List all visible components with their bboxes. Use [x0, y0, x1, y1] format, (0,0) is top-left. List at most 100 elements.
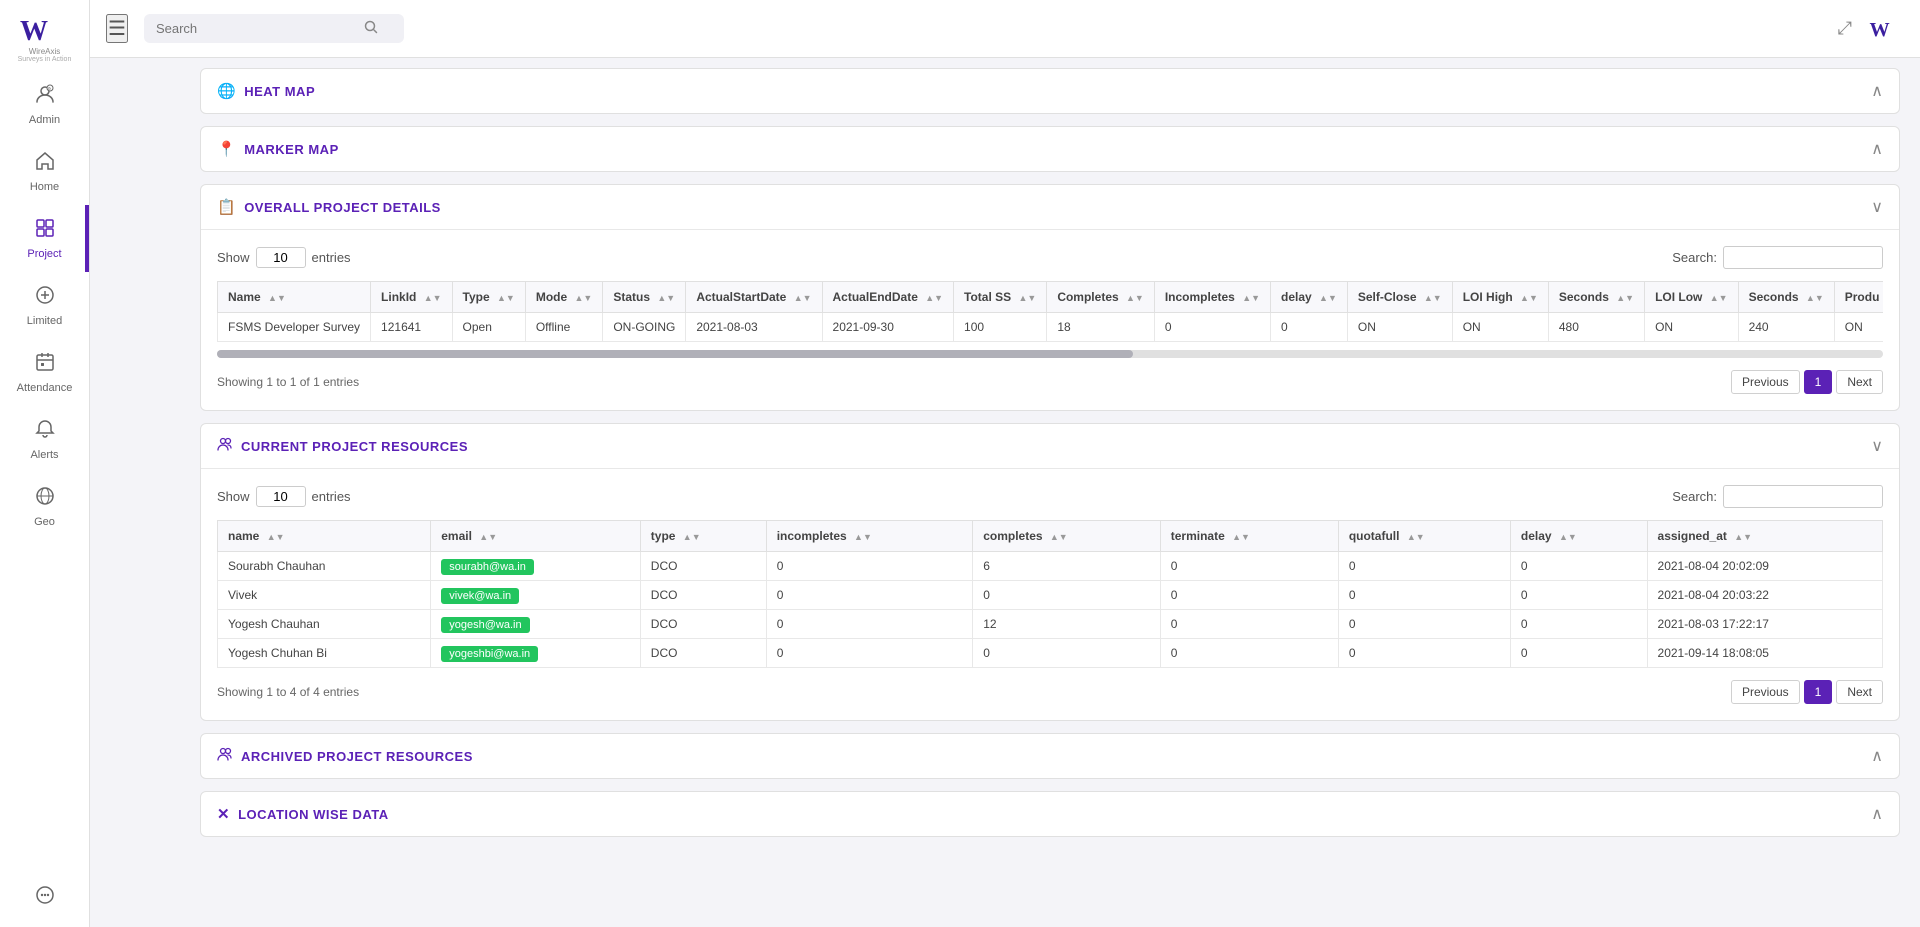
topbar-logo: W [1868, 14, 1904, 44]
overall-project-table-header-row: Name ▲▼ LinkId ▲▼ Type ▲▼ Mode ▲▼ Status… [218, 282, 1884, 313]
heat-map-icon: 🌐 [217, 82, 236, 100]
col-linkid[interactable]: LinkId ▲▼ [371, 282, 453, 313]
heat-map-header[interactable]: 🌐 Heat Map ∧ [201, 69, 1899, 113]
res-col-completes[interactable]: completes ▲▼ [973, 521, 1161, 552]
overall-next-button[interactable]: Next [1836, 370, 1883, 394]
col-completes[interactable]: Completes ▲▼ [1047, 282, 1155, 313]
overall-showing-text: Showing 1 to 1 of 1 entries [217, 375, 359, 389]
current-resources-table: name ▲▼ email ▲▼ type ▲▼ incompletes ▲▼ … [217, 520, 1883, 668]
admin-icon: ⚙ [34, 83, 56, 111]
heat-map-title: 🌐 Heat Map [217, 82, 315, 100]
res-col-quotafull[interactable]: quotafull ▲▼ [1338, 521, 1510, 552]
current-page-1-button[interactable]: 1 [1804, 680, 1833, 704]
more-icon [34, 884, 56, 912]
col-incompletes[interactable]: Incompletes ▲▼ [1154, 282, 1270, 313]
sidebar-item-admin[interactable]: ⚙ Admin [0, 71, 89, 138]
sidebar-item-geo-label: Geo [34, 516, 55, 528]
overall-project-title: 📋 OVERALL PROJECT DETAILS [217, 198, 441, 216]
res-col-type[interactable]: type ▲▼ [640, 521, 766, 552]
archived-resources-header[interactable]: ARCHIVED PROJECT RESOURCES ∧ [201, 734, 1899, 778]
entries-input-overall[interactable] [256, 247, 306, 268]
overall-project-header[interactable]: 📋 OVERALL PROJECT DETAILS ∨ [201, 185, 1899, 230]
sidebar-item-attendance-label: Attendance [17, 382, 73, 394]
overall-project-pagination: Showing 1 to 1 of 1 entries Previous 1 N… [217, 370, 1883, 394]
overall-project-scrollbar-thumb [217, 350, 1133, 358]
sidebar-item-admin-label: Admin [29, 114, 60, 126]
res-col-delay[interactable]: delay ▲▼ [1510, 521, 1647, 552]
svg-text:W: W [20, 16, 48, 47]
location-wise-icon: ✕ [217, 805, 230, 823]
overall-project-section: 📋 OVERALL PROJECT DETAILS ∨ Show entries… [200, 184, 1900, 411]
col-mode[interactable]: Mode ▲▼ [525, 282, 603, 313]
topbar-right: ⤢ W [1838, 14, 1904, 44]
marker-map-section: 📍 Marker Map ∧ [200, 126, 1900, 172]
col-name[interactable]: Name ▲▼ [218, 282, 371, 313]
res-col-terminate[interactable]: terminate ▲▼ [1160, 521, 1338, 552]
search-input-current[interactable] [1723, 485, 1883, 508]
current-resources-table-scroll: name ▲▼ email ▲▼ type ▲▼ incompletes ▲▼ … [217, 520, 1883, 668]
search-input-overall[interactable] [1723, 246, 1883, 269]
current-next-button[interactable]: Next [1836, 680, 1883, 704]
sidebar-item-limited-label: Limited [27, 315, 62, 327]
alerts-icon [34, 418, 56, 446]
entries-input-current[interactable] [256, 486, 306, 507]
location-wise-header[interactable]: ✕ Location Wise Data ∧ [201, 792, 1899, 836]
current-resources-pagination: Showing 1 to 4 of 4 entries Previous 1 N… [217, 680, 1883, 704]
attendance-icon [34, 351, 56, 379]
svg-text:⚙: ⚙ [47, 86, 51, 91]
col-actual-end[interactable]: ActualEndDate ▲▼ [822, 282, 954, 313]
table-row: Yogesh Chauhanyogesh@wa.inDCO0120002021-… [218, 610, 1883, 639]
current-resources-icon [217, 436, 233, 456]
overall-project-table: Name ▲▼ LinkId ▲▼ Type ▲▼ Mode ▲▼ Status… [217, 281, 1883, 342]
show-entries-overall: Show entries [217, 247, 351, 268]
svg-text:W: W [1869, 19, 1889, 41]
expand-icon[interactable]: ⤢ [1838, 18, 1852, 39]
col-actual-start[interactable]: ActualStartDate ▲▼ [686, 282, 822, 313]
sidebar-item-attendance[interactable]: Attendance [0, 339, 89, 406]
res-col-name[interactable]: name ▲▼ [218, 521, 431, 552]
col-seconds-high[interactable]: Seconds ▲▼ [1548, 282, 1644, 313]
col-total-ss[interactable]: Total SS ▲▼ [954, 282, 1047, 313]
col-type[interactable]: Type ▲▼ [452, 282, 525, 313]
current-resources-table-section: Show entries Search: name ▲▼ email ▲▼ ty… [201, 469, 1899, 720]
col-status[interactable]: Status ▲▼ [603, 282, 686, 313]
sidebar-item-geo[interactable]: Geo [0, 473, 89, 540]
current-resources-table-body: Sourabh Chauhansourabh@wa.inDCO060002021… [218, 552, 1883, 668]
current-showing-text: Showing 1 to 4 of 4 entries [217, 685, 359, 699]
search-input[interactable] [156, 21, 356, 36]
marker-map-header[interactable]: 📍 Marker Map ∧ [201, 127, 1899, 171]
overall-project-scrollbar[interactable] [217, 350, 1883, 358]
res-col-assigned-at[interactable]: assigned_at ▲▼ [1647, 521, 1882, 552]
current-prev-button[interactable]: Previous [1731, 680, 1800, 704]
archived-resources-chevron: ∧ [1871, 746, 1883, 766]
menu-button[interactable]: ☰ [106, 14, 128, 43]
sidebar: W WireAxis Surveys in Action ⚙ Admin Hom… [0, 0, 90, 927]
show-entries-current: Show entries [217, 486, 351, 507]
col-loi-high[interactable]: LOI High ▲▼ [1452, 282, 1548, 313]
geo-icon [34, 485, 56, 513]
col-delay[interactable]: delay ▲▼ [1271, 282, 1348, 313]
sidebar-item-project[interactable]: Project [0, 205, 89, 272]
sidebar-item-home[interactable]: Home [0, 138, 89, 205]
home-icon [34, 150, 56, 178]
col-self-close[interactable]: Self-Close ▲▼ [1347, 282, 1452, 313]
sidebar-item-limited[interactable]: Limited [0, 272, 89, 339]
current-resources-table-header-row: name ▲▼ email ▲▼ type ▲▼ incompletes ▲▼ … [218, 521, 1883, 552]
location-wise-section: ✕ Location Wise Data ∧ [200, 791, 1900, 837]
col-loi-low[interactable]: LOI Low ▲▼ [1645, 282, 1739, 313]
res-col-incompletes[interactable]: incompletes ▲▼ [766, 521, 973, 552]
col-produ[interactable]: Produ ▲▼ [1834, 282, 1883, 313]
overall-project-chevron: ∨ [1871, 197, 1883, 217]
res-col-email[interactable]: email ▲▼ [431, 521, 641, 552]
overall-project-table-section: Show entries Search: Name ▲▼ LinkId ▲▼ T… [201, 230, 1899, 410]
overall-prev-button[interactable]: Previous [1731, 370, 1800, 394]
sidebar-item-more[interactable] [0, 872, 89, 927]
overall-page-1-button[interactable]: 1 [1804, 370, 1833, 394]
col-seconds-low[interactable]: Seconds ▲▼ [1738, 282, 1834, 313]
marker-map-title: 📍 Marker Map [217, 140, 339, 158]
table-row: FSMS Developer Survey121641OpenOfflineON… [218, 313, 1884, 342]
current-resources-header[interactable]: CURRENT PROJECT RESOURCES ∨ [201, 424, 1899, 469]
sidebar-item-alerts[interactable]: Alerts [0, 406, 89, 473]
marker-map-chevron: ∧ [1871, 139, 1883, 159]
location-wise-chevron: ∧ [1871, 804, 1883, 824]
